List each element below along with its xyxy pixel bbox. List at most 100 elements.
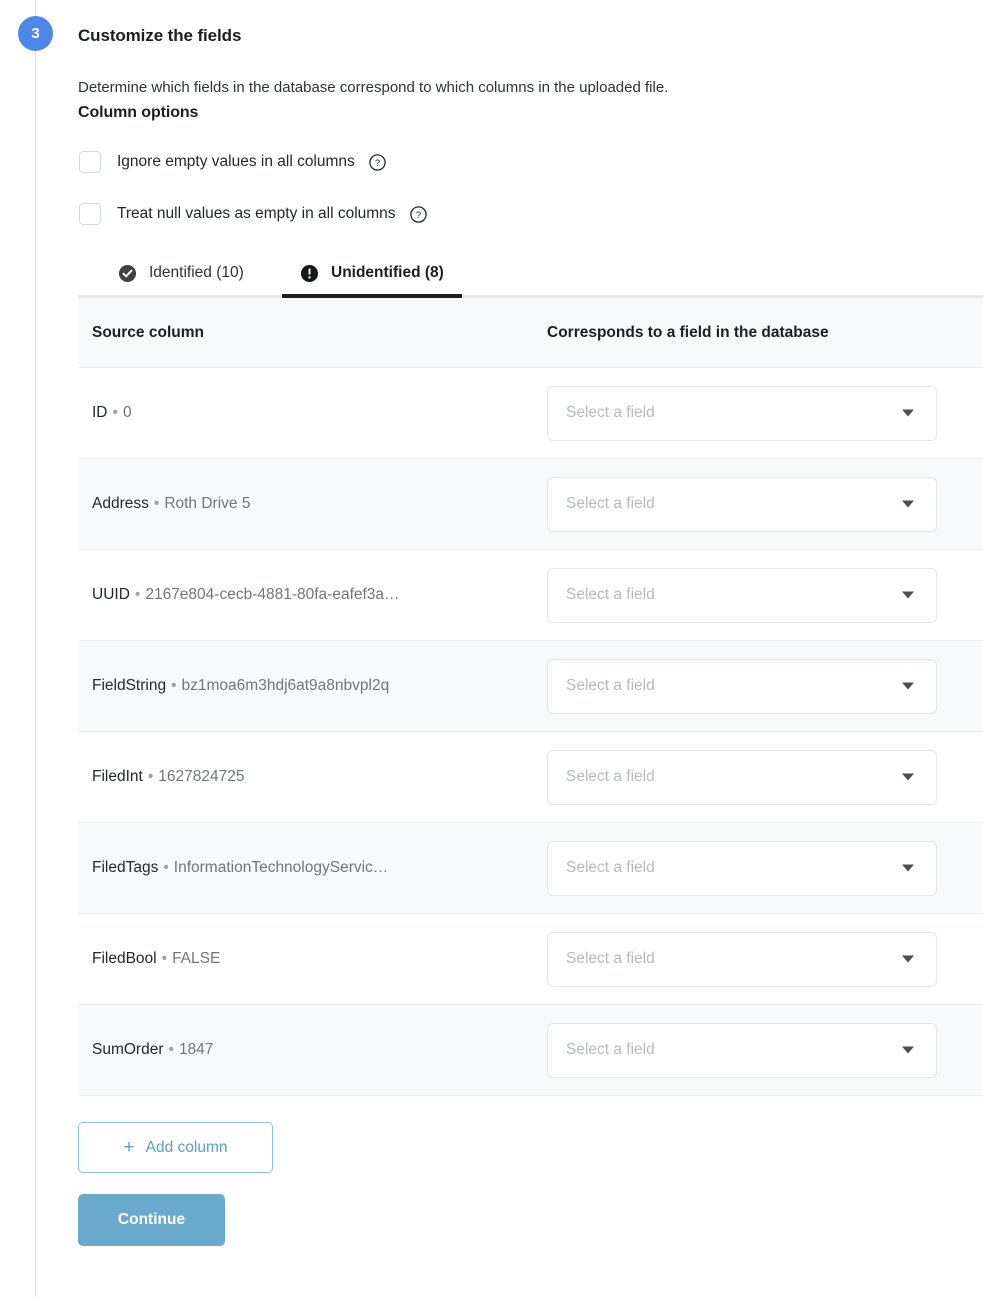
source-column-separator: • [134, 586, 141, 604]
source-column-name: FiledBool [92, 950, 157, 968]
ignore-empty-values-label: Ignore empty values in all columns [117, 153, 355, 171]
svg-text:?: ? [415, 210, 420, 221]
source-column-sample-value: Roth Drive 5 [164, 495, 251, 513]
tab-unidentified[interactable]: Unidentified (8) [282, 248, 462, 299]
source-column-separator: • [168, 1041, 174, 1059]
chevron-down-icon [902, 955, 914, 963]
check-circle-icon [118, 264, 137, 282]
source-column-separator: • [161, 950, 168, 968]
source-column-name: FiledInt [92, 768, 143, 786]
step-number-badge: 3 [18, 16, 53, 51]
source-column-cell: Address • Roth Drive 5 [78, 495, 533, 513]
exclamation-circle-icon [300, 264, 319, 282]
field-mapping-table: Source column Corresponds to a field in … [78, 298, 983, 1097]
source-column-name: UUID [92, 586, 130, 604]
field-select-placeholder: Select a field [566, 586, 655, 604]
source-column-sample-value: 1627824725 [158, 768, 245, 786]
add-column-button[interactable]: + Add column [78, 1122, 273, 1174]
page-title: Customize the fields [78, 26, 242, 45]
table-row: UUID • 2167e804-cecb-4881-80fa-eafef3a… Sel… [78, 550, 983, 642]
chevron-down-icon [902, 409, 914, 417]
field-select[interactable]: Select a field [547, 840, 937, 896]
field-select-placeholder: Select a field [566, 950, 655, 968]
field-select[interactable]: Select a field [547, 658, 937, 714]
field-select-placeholder: Select a field [566, 1041, 655, 1059]
column-options-heading: Column options [78, 104, 199, 122]
field-select[interactable]: Select a field [547, 476, 937, 532]
source-column-separator: • [163, 859, 169, 877]
column-options-list: Ignore empty values in all columns ? Tre… [78, 144, 983, 232]
source-column-cell: UUID • 2167e804-cecb-4881-80fa-eafef3a… [78, 586, 533, 604]
table-row: FieldString • bz1moa6m3hdj6at9a8nbvpl2q Sel… [78, 641, 983, 733]
table-row: FiledTags • InformationTechnologyServic… Se… [78, 823, 983, 915]
field-select[interactable]: Select a field [547, 931, 937, 987]
chevron-down-icon [902, 773, 914, 781]
field-select[interactable]: Select a field [547, 1022, 937, 1078]
source-column-name: Address [92, 495, 149, 513]
add-column-label: Add column [145, 1138, 228, 1156]
source-column-separator: • [171, 677, 177, 695]
source-column-separator: • [147, 768, 154, 786]
treat-null-values-label: Treat null values as empty in all column… [117, 205, 396, 223]
source-column-sample-value: InformationTechnologyServic… [173, 859, 389, 877]
source-column-cell: FiledTags • InformationTechnologyServic… [78, 859, 533, 877]
field-select-placeholder: Select a field [566, 768, 655, 786]
table-row: FiledBool • FALSE Select a field [78, 914, 983, 1006]
field-mapping-cell: Select a field [533, 749, 983, 805]
table-row: Address • Roth Drive 5 Select a field [78, 459, 983, 551]
source-column-sample-value: 1847 [178, 1041, 214, 1059]
table-row: ID • 0 Select a field [78, 368, 983, 460]
field-mapping-cell: Select a field [533, 567, 983, 623]
source-column-sample-value: FALSE [172, 950, 221, 968]
table-row: FiledInt • 1627824725 Select a field [78, 732, 983, 824]
field-select[interactable]: Select a field [547, 385, 937, 441]
help-circle-icon[interactable]: ? [369, 154, 386, 171]
column-header-source: Source column [92, 323, 204, 341]
source-column-sample-value: 2167e804-cecb-4881-80fa-eafef3a… [145, 586, 400, 604]
source-column-sample-value: bz1moa6m3hdj6at9a8nbvpl2q [181, 677, 390, 695]
chevron-down-icon [902, 500, 914, 508]
source-column-name: SumOrder [92, 1041, 164, 1059]
source-column-name: ID [92, 404, 108, 422]
option-row-treat-null[interactable]: Treat null values as empty in all column… [78, 196, 983, 232]
chevron-down-icon [902, 1046, 914, 1054]
tab-identified[interactable]: Identified (10) [100, 248, 262, 298]
plus-icon: + [123, 1137, 135, 1159]
field-status-tabs: Identified (10) Unidentified (8) [78, 248, 983, 299]
field-mapping-cell: Select a field [533, 1022, 983, 1078]
ignore-empty-values-checkbox[interactable] [79, 151, 101, 174]
treat-null-values-checkbox[interactable] [79, 203, 101, 226]
column-header-field: Corresponds to a field in the database [547, 323, 829, 341]
svg-text:?: ? [375, 158, 380, 169]
stepper-rail [35, 0, 36, 1297]
field-select[interactable]: Select a field [547, 567, 937, 623]
tab-unidentified-label: Unidentified (8) [331, 264, 444, 282]
active-tab-underline [282, 294, 462, 299]
table-header-row: Source column Corresponds to a field in … [78, 298, 983, 369]
source-column-separator: • [153, 495, 160, 513]
field-select-placeholder: Select a field [566, 404, 655, 422]
chevron-down-icon [902, 591, 914, 599]
source-column-name: FiledTags [92, 859, 159, 877]
help-circle-icon[interactable]: ? [409, 206, 427, 223]
field-select-placeholder: Select a field [566, 495, 655, 513]
source-column-separator: • [112, 404, 118, 422]
step-description: Determine which fields in the database c… [78, 79, 669, 96]
continue-button[interactable]: Continue [78, 1194, 225, 1247]
field-mapping-cell: Select a field [533, 476, 983, 532]
chevron-down-icon [902, 864, 914, 872]
option-row-ignore-empty[interactable]: Ignore empty values in all columns ? [78, 144, 983, 180]
source-column-cell: FiledInt • 1627824725 [78, 768, 533, 786]
tab-identified-label: Identified (10) [149, 264, 244, 282]
field-select-placeholder: Select a field [566, 677, 655, 695]
field-select[interactable]: Select a field [547, 749, 937, 805]
source-column-cell: FiledBool • FALSE [78, 950, 533, 968]
field-mapping-cell: Select a field [533, 658, 983, 714]
source-column-name: FieldString [92, 677, 167, 695]
field-mapping-cell: Select a field [533, 840, 983, 896]
step-content: Customize the fields Determine which fie… [78, 0, 983, 1247]
source-column-sample-value: 0 [122, 404, 132, 422]
import-wizard-step-page: 3 Customize the fields Determine which f… [0, 0, 983, 1297]
chevron-down-icon [902, 682, 914, 690]
source-column-cell: FieldString • bz1moa6m3hdj6at9a8nbvpl2q [78, 677, 533, 695]
